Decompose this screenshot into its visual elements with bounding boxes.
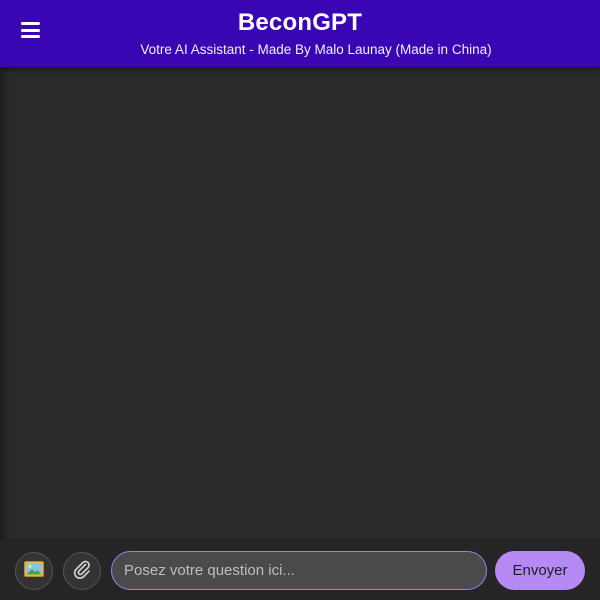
input-bar: Envoyer [0, 539, 600, 600]
image-picture-icon [24, 560, 44, 582]
header-bar: BeconGPT Votre AI Assistant - Made By Ma… [0, 0, 600, 67]
paperclip-icon [72, 558, 92, 585]
image-upload-button[interactable] [15, 552, 53, 590]
question-input[interactable] [111, 551, 487, 590]
app-subtitle: Votre AI Assistant - Made By Malo Launay… [140, 42, 492, 57]
attach-file-button[interactable] [63, 552, 101, 590]
app-window: BeconGPT Votre AI Assistant - Made By Ma… [0, 0, 600, 600]
chat-messages-area[interactable] [0, 67, 600, 539]
app-title: BeconGPT [237, 9, 363, 36]
send-button[interactable]: Envoyer [495, 551, 585, 590]
